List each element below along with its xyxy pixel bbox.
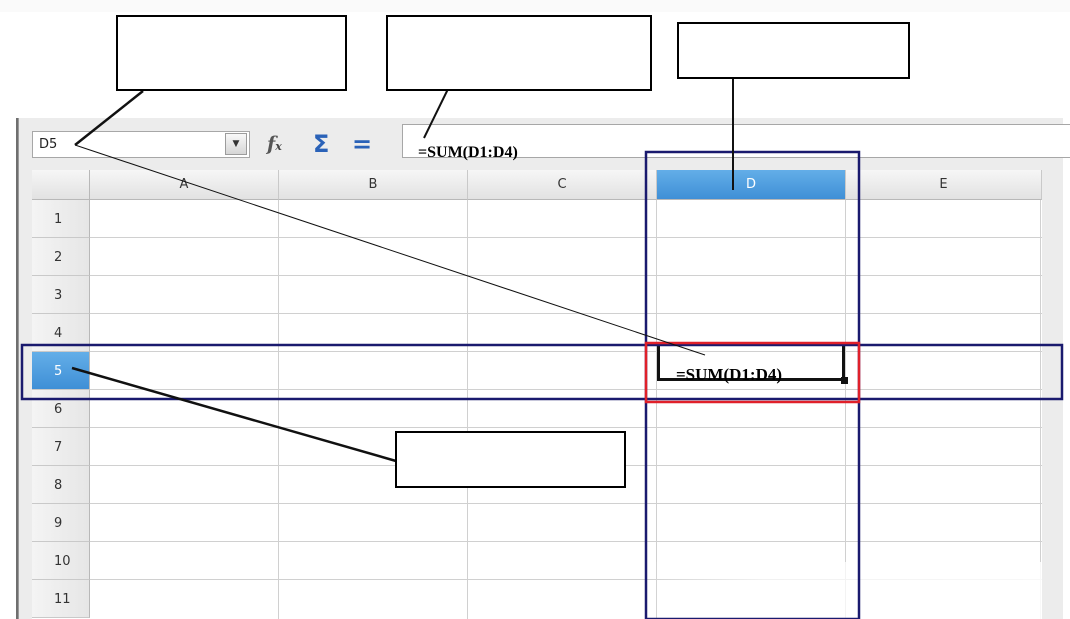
pointer-line-name-box (74, 144, 706, 356)
pointer-line-callout-4 (71, 366, 397, 463)
annotation-overlay (20, 78, 1064, 619)
row-5-highlight (20, 343, 1064, 401)
callout-box-1 (116, 15, 347, 91)
column-d-highlight (644, 150, 861, 619)
pointer-line-callout-1 (74, 90, 144, 146)
callout-box-2 (386, 15, 652, 91)
pointer-line-callout-2 (423, 88, 449, 139)
callout-box-4 (395, 431, 626, 488)
active-cell-frame (644, 341, 861, 404)
callout-box-3 (677, 22, 910, 79)
annotated-spreadsheet-screenshot: D5 ▼ fx Σ = =SUM(D1:D4) A B C D E 1 2 3 … (0, 0, 1070, 619)
